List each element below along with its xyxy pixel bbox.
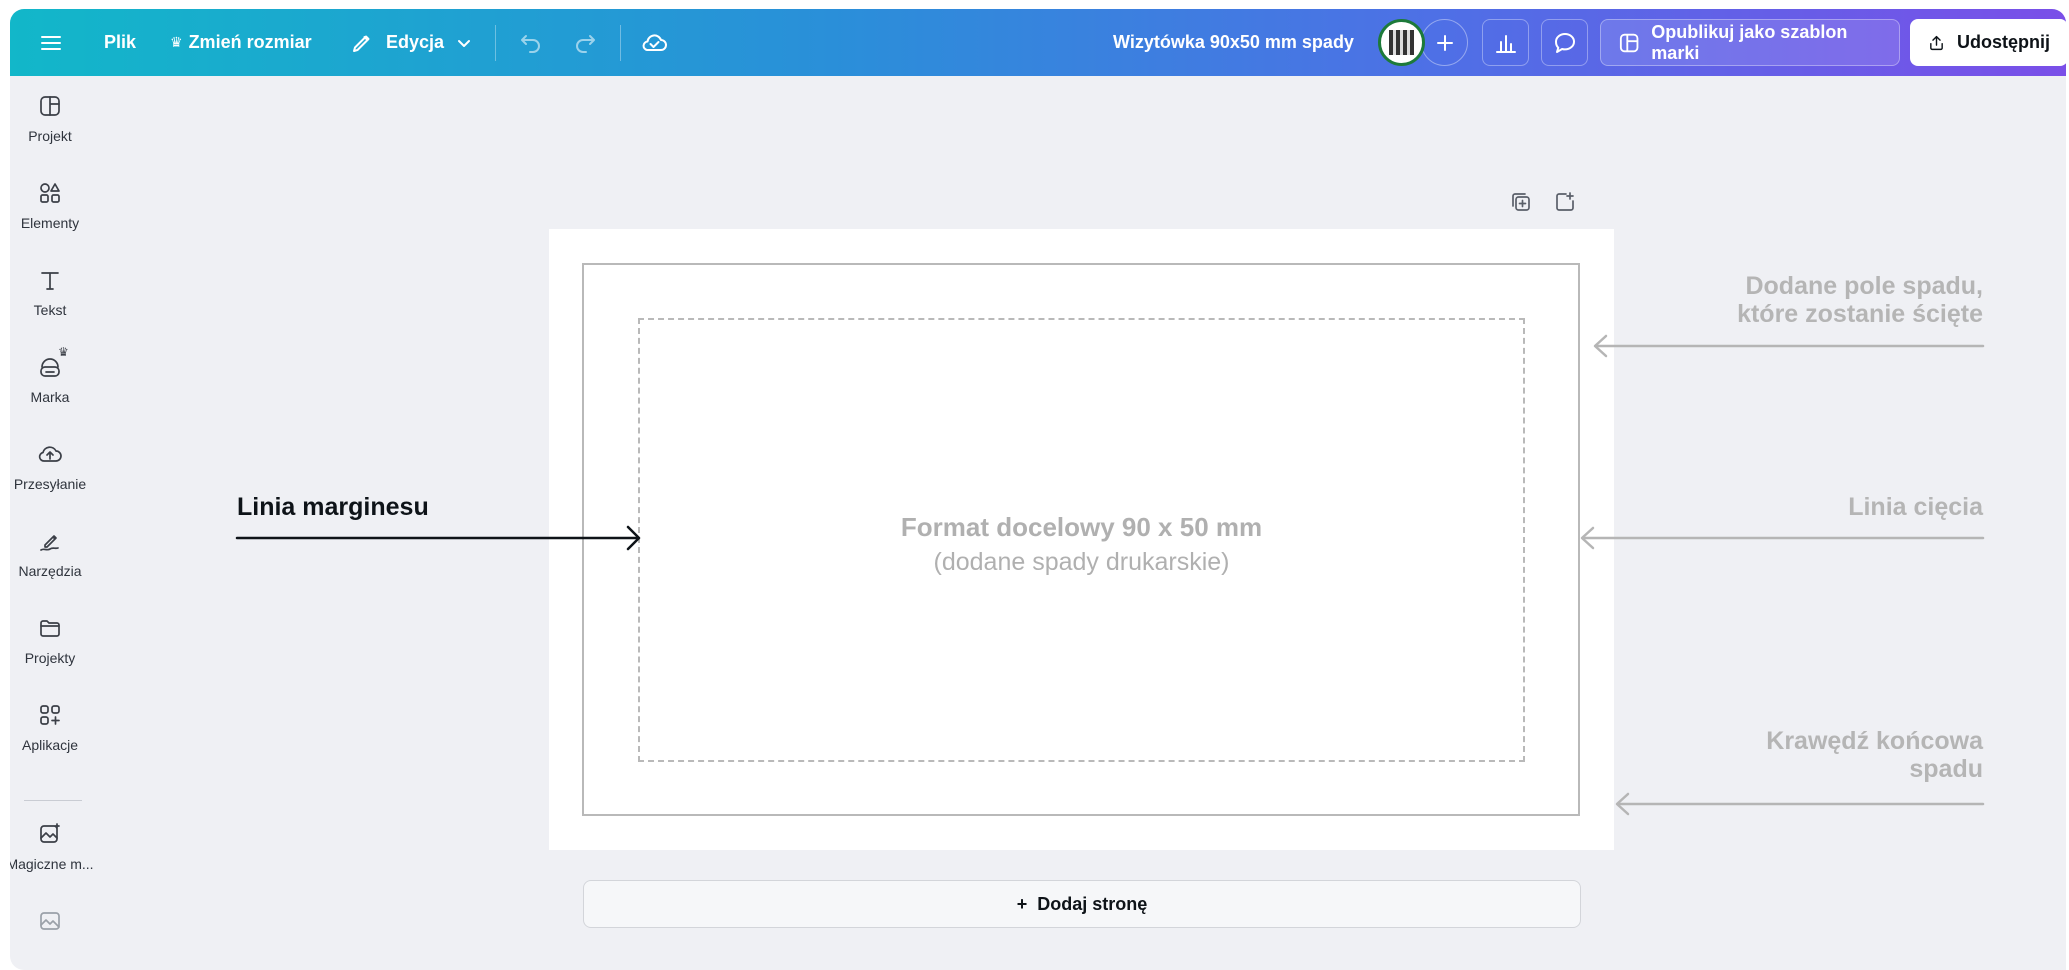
sidebar-item-label: Tekst bbox=[33, 302, 67, 318]
document-title-text: Wizytówka 90x50 mm spady bbox=[1113, 32, 1354, 52]
cut-line-label[interactable]: Linia cięcia bbox=[1848, 493, 1983, 521]
undo-icon bbox=[521, 34, 540, 53]
chevron-down-icon bbox=[458, 39, 471, 47]
file-label: Plik bbox=[104, 32, 137, 52]
comment-icon bbox=[1554, 32, 1575, 53]
sidebar-item-label: Projekt bbox=[28, 128, 72, 144]
editor-app: Plik ♛ Zmień rozmiar Edycja Wizytówka 90… bbox=[10, 9, 2066, 970]
menu-button[interactable] bbox=[40, 9, 62, 76]
bar-chart-icon bbox=[1495, 34, 1516, 53]
sidebar-item-more[interactable] bbox=[10, 895, 90, 970]
sidebar-item-magiczne-media[interactable]: Magiczne m... bbox=[10, 808, 94, 888]
crown-icon: ♛ bbox=[58, 345, 69, 359]
bleed-edge-label[interactable]: Krawędź końcowa spadu bbox=[1766, 727, 1983, 783]
crown-icon: ♛ bbox=[170, 34, 183, 50]
sidebar-item-marka[interactable]: ♛ Marka bbox=[10, 341, 90, 421]
avatar-image bbox=[1389, 30, 1414, 55]
hamburger-icon bbox=[41, 35, 61, 50]
duplicate-page-button[interactable] bbox=[1510, 191, 1532, 221]
sidebar-item-label: Przesyłanie bbox=[13, 476, 87, 492]
upload-cloud-icon bbox=[36, 440, 64, 468]
share-upload-icon bbox=[1930, 35, 1943, 50]
add-page-to-top-button[interactable] bbox=[1554, 191, 1576, 221]
sidebar-item-aplikacje[interactable]: Aplikacje bbox=[10, 689, 90, 769]
sidebar-item-projekty[interactable]: Projekty bbox=[10, 602, 90, 682]
sidebar-item-label: Narzędzia bbox=[18, 563, 82, 579]
design-page[interactable]: Format docelowy 90 x 50 mm (dodane spady… bbox=[549, 229, 1614, 850]
toolbar-divider bbox=[495, 25, 496, 61]
publish-brand-template-button[interactable]: Opublikuj jako szablon marki bbox=[1600, 19, 1900, 66]
format-subtitle[interactable]: (dodane spady drukarskie) bbox=[549, 548, 1614, 577]
text-icon bbox=[36, 266, 64, 294]
magic-media-icon bbox=[36, 820, 64, 848]
bleed-area-label-line: Dodane pole spadu, bbox=[1745, 272, 1983, 300]
bleed-edge-label-line: Krawędź końcowa bbox=[1766, 727, 1983, 755]
sidebar-item-elementy[interactable]: Elementy bbox=[10, 167, 90, 247]
sidebar-item-label: Projekty bbox=[24, 650, 76, 666]
sidebar-item-tekst[interactable]: Tekst bbox=[10, 254, 90, 334]
brand-icon: ♛ bbox=[36, 345, 69, 381]
toolbar-divider bbox=[620, 25, 621, 61]
redo-button[interactable] bbox=[572, 9, 598, 76]
margin-line-label[interactable]: Linia marginesu bbox=[237, 493, 429, 522]
image-icon bbox=[36, 907, 64, 935]
bleed-area-label[interactable]: Dodane pole spadu, które zostanie ścięte bbox=[1737, 272, 1983, 328]
apps-icon bbox=[36, 701, 64, 729]
cloud-check-icon bbox=[642, 33, 667, 51]
add-page-button[interactable]: + Dodaj stronę bbox=[583, 880, 1581, 928]
shapes-icon bbox=[36, 179, 64, 207]
file-menu[interactable]: Plik bbox=[104, 9, 136, 76]
document-title[interactable]: Wizytówka 90x50 mm spady bbox=[1113, 9, 1354, 76]
layout-icon bbox=[36, 92, 64, 120]
left-sidebar: Projekt Elementy Tekst ♛ Marka Przesyłan… bbox=[10, 76, 94, 970]
plus-icon: + bbox=[1016, 893, 1028, 914]
top-bar: Plik ♛ Zmień rozmiar Edycja Wizytówka 90… bbox=[10, 9, 2066, 76]
add-page-icon bbox=[1556, 192, 1574, 211]
resize-label: Zmień rozmiar bbox=[188, 32, 312, 52]
resize-button[interactable]: ♛ Zmień rozmiar bbox=[170, 9, 312, 76]
undo-button[interactable] bbox=[518, 9, 544, 76]
folder-icon bbox=[36, 614, 64, 642]
sidebar-item-label: Magiczne m... bbox=[10, 856, 94, 872]
add-collaborator-button[interactable] bbox=[1421, 19, 1468, 66]
bleed-edge-label-line: spadu bbox=[1909, 755, 1983, 783]
sidebar-divider bbox=[24, 800, 82, 801]
share-label: Udostępnij bbox=[1957, 32, 2050, 52]
sidebar-item-label: Aplikacje bbox=[21, 737, 79, 753]
edit-menu[interactable]: Edycja bbox=[350, 9, 472, 76]
pencil-icon bbox=[353, 35, 370, 52]
sidebar-item-label: Elementy bbox=[20, 215, 80, 231]
sidebar-item-narzedzia[interactable]: Narzędzia bbox=[10, 515, 90, 595]
edit-label: Edycja bbox=[386, 32, 445, 52]
format-title[interactable]: Format docelowy 90 x 50 mm bbox=[549, 512, 1614, 543]
template-icon bbox=[1619, 33, 1639, 52]
draw-tools-icon bbox=[36, 527, 64, 555]
save-status-button[interactable] bbox=[640, 9, 668, 76]
sidebar-item-label: Marka bbox=[30, 389, 70, 405]
sidebar-item-przesylanie[interactable]: Przesyłanie bbox=[10, 428, 90, 508]
publish-label: Opublikuj jako szablon marki bbox=[1651, 21, 1848, 63]
page-tools bbox=[1510, 191, 1576, 221]
bleed-area-label-line: które zostanie ścięte bbox=[1737, 300, 1983, 328]
plus-icon bbox=[1436, 34, 1453, 51]
insights-button[interactable] bbox=[1482, 19, 1529, 66]
avatar[interactable] bbox=[1378, 19, 1425, 66]
redo-icon bbox=[576, 34, 595, 53]
add-page-label: Dodaj stronę bbox=[1037, 893, 1148, 914]
comments-button[interactable] bbox=[1541, 19, 1588, 66]
duplicate-icon bbox=[1512, 193, 1530, 211]
share-button[interactable]: Udostępnij bbox=[1910, 19, 2066, 66]
sidebar-item-projekt[interactable]: Projekt bbox=[10, 80, 90, 160]
